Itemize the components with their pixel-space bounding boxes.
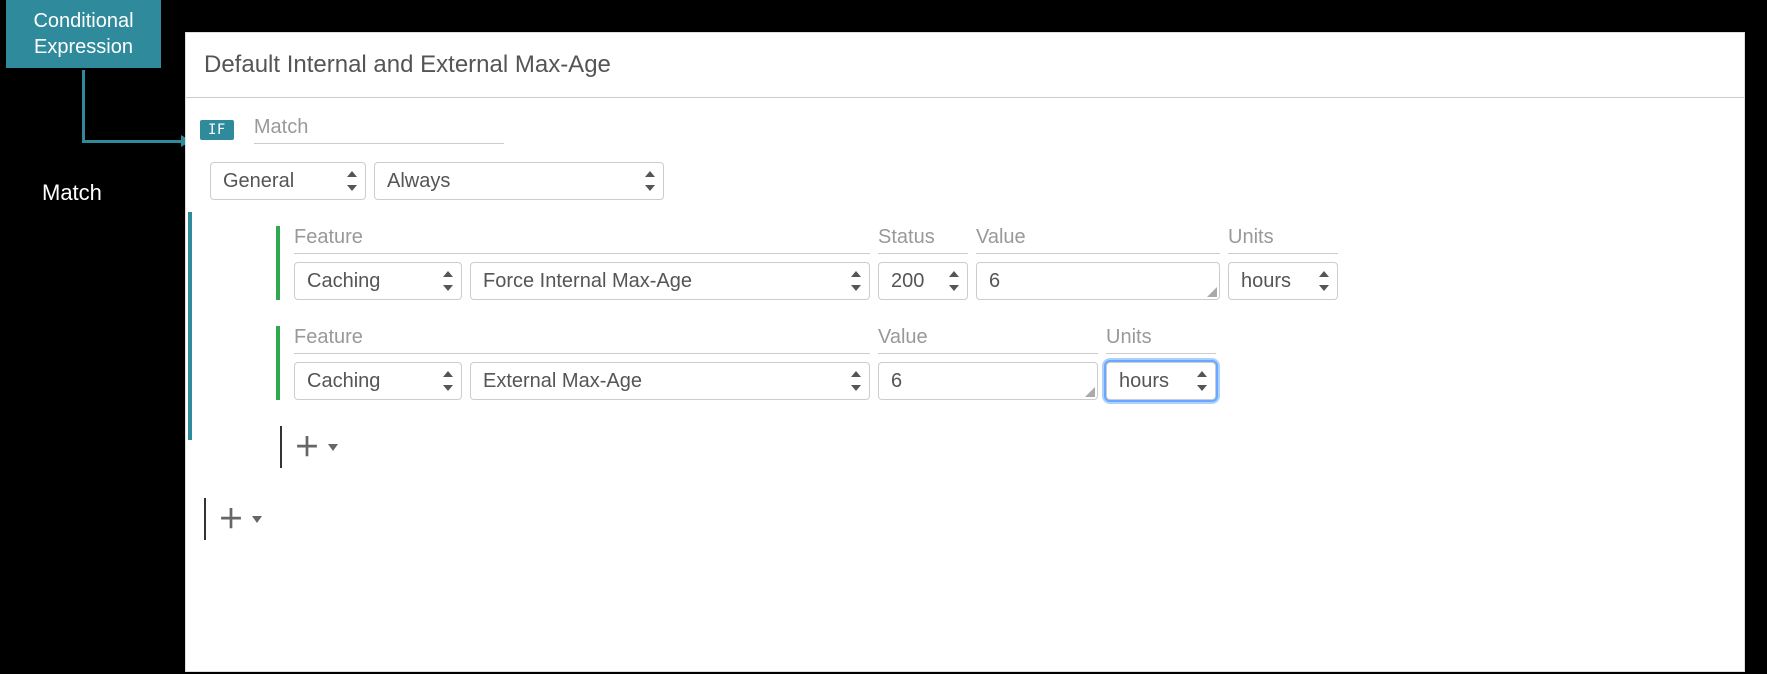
feature-units-select[interactable]: hours (1228, 262, 1338, 300)
feature-status-select[interactable]: 200 (878, 262, 968, 300)
if-vertical-bar (188, 212, 192, 440)
annotation-line2: Expression (22, 34, 145, 60)
feature-value-input[interactable]: 6 (976, 262, 1220, 300)
annotation-line1: Conditional (22, 8, 145, 34)
rules-panel: Default Internal and External Max-Age IF… (185, 32, 1745, 672)
match-condition-select[interactable]: Always (374, 162, 664, 200)
match-category-select[interactable]: General (210, 162, 366, 200)
col-units-label: Units (1228, 226, 1338, 254)
add-condition-button[interactable]: ＋ (204, 498, 1720, 540)
feature-units-select[interactable]: hours (1106, 362, 1216, 400)
annotation-match: Match (42, 180, 102, 206)
col-units-label: Units (1106, 326, 1216, 354)
chevron-down-icon (328, 444, 338, 451)
col-value-label: Value (878, 326, 1098, 354)
feature-category-select[interactable]: Caching (294, 362, 462, 400)
col-feature-label: Feature (294, 326, 870, 354)
feature-row: Feature Value Units Caching External Max… (276, 326, 1720, 400)
feature-category-select[interactable]: Caching (294, 262, 462, 300)
add-feature-button[interactable]: ＋ (280, 426, 1720, 468)
rule-title: Default Internal and External Max-Age (186, 33, 1744, 98)
feature-name-select[interactable]: Force Internal Max-Age (470, 262, 870, 300)
col-feature-label: Feature (294, 226, 870, 254)
chevron-down-icon (252, 516, 262, 523)
feature-value-input[interactable]: 6 (878, 362, 1098, 400)
feature-name-select[interactable]: External Max-Age (470, 362, 870, 400)
if-badge: IF (200, 120, 234, 140)
connector-conditional-h (82, 140, 190, 143)
col-status-label: Status (878, 226, 968, 254)
annotation-conditional-expression: Conditional Expression (6, 0, 161, 68)
plus-icon: ＋ (218, 506, 244, 532)
match-section-label: Match (254, 116, 504, 144)
col-value-label: Value (976, 226, 1220, 254)
connector-conditional-v (82, 70, 85, 140)
feature-row: Feature Status Value Units Caching Force… (276, 226, 1720, 300)
plus-icon: ＋ (294, 434, 320, 460)
connector-match (126, 192, 192, 194)
